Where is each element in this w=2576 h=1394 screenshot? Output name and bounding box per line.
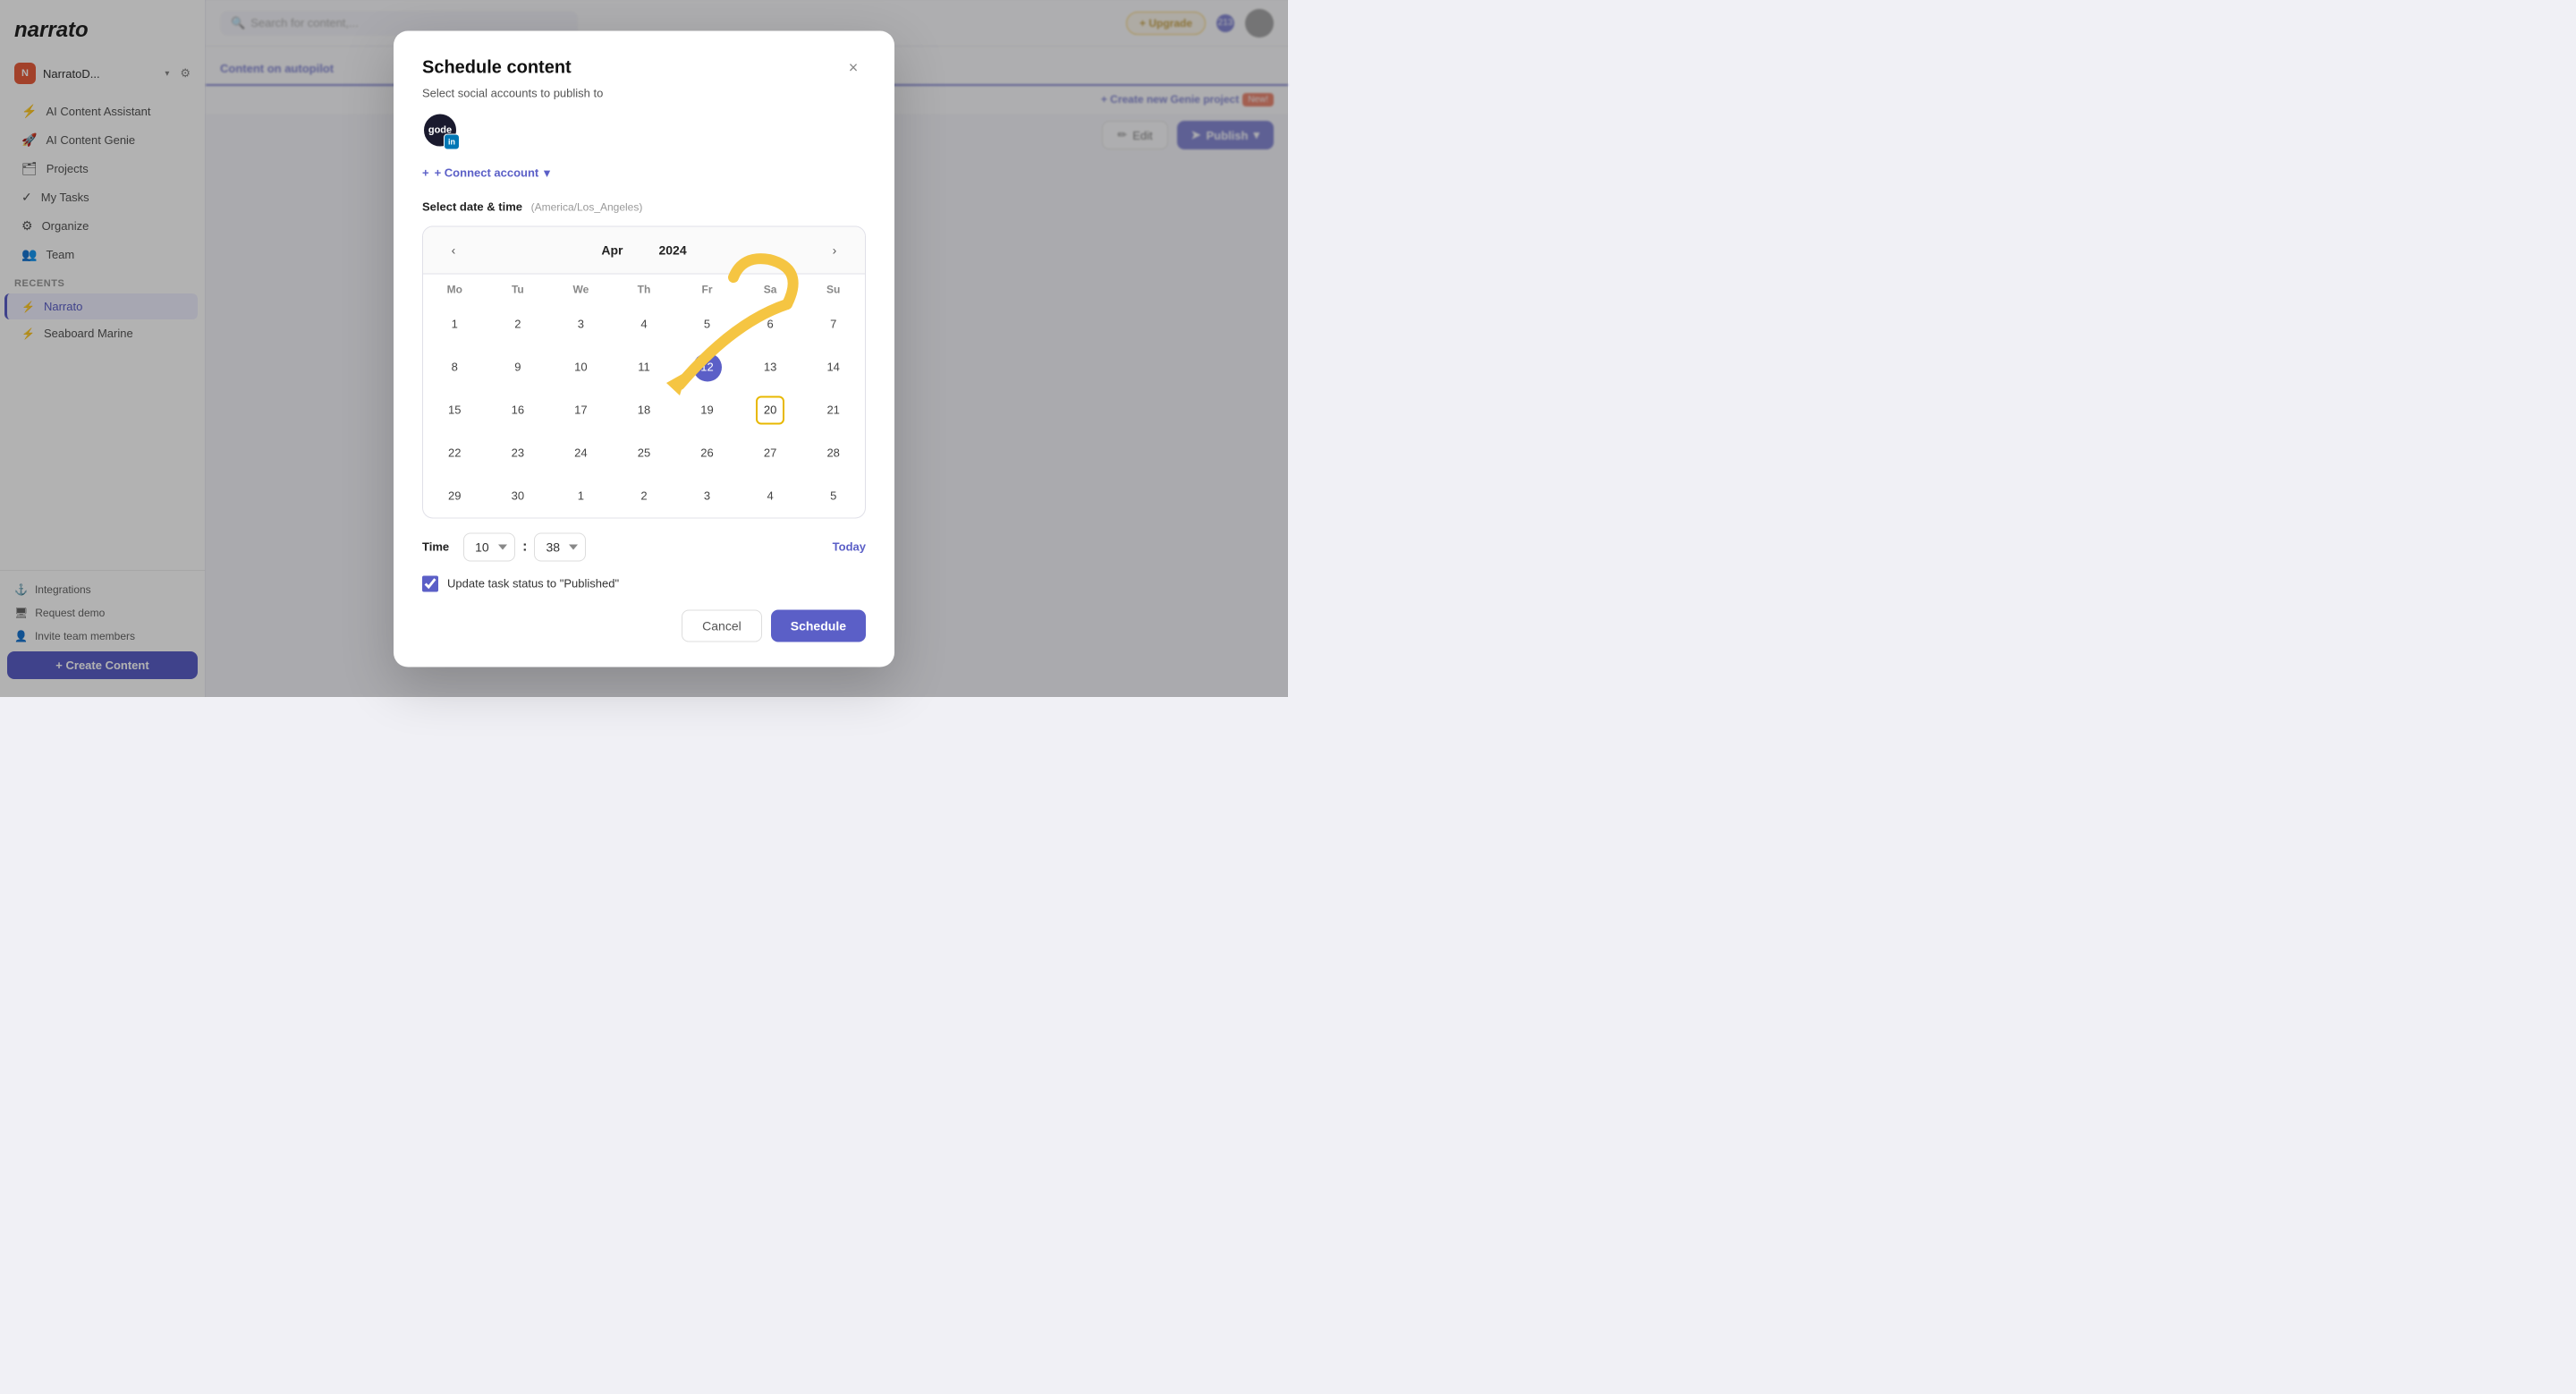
- chevron-down-icon: ▾: [544, 166, 550, 180]
- today-button[interactable]: Today: [833, 540, 866, 554]
- cancel-button[interactable]: Cancel: [682, 609, 762, 642]
- minute-select[interactable]: 38: [534, 532, 586, 561]
- calendar-day[interactable]: 13: [739, 345, 802, 388]
- calendar-day[interactable]: 15: [423, 388, 487, 431]
- calendar-day[interactable]: 1: [423, 302, 487, 345]
- calendar-day[interactable]: 22: [423, 431, 487, 474]
- calendar-day[interactable]: 27: [739, 431, 802, 474]
- calendar-year: 2024: [658, 242, 686, 257]
- linkedin-badge: in: [444, 133, 460, 149]
- plus-icon: +: [422, 166, 429, 180]
- calendar-day[interactable]: 7: [801, 302, 865, 345]
- schedule-modal: Schedule content × Select social account…: [394, 30, 894, 667]
- timezone-label: (America/Los_Angeles): [531, 200, 643, 213]
- modal-close-button[interactable]: ×: [841, 55, 866, 81]
- hour-select[interactable]: 10: [463, 532, 515, 561]
- calendar-day[interactable]: 18: [613, 388, 676, 431]
- calendar-prev-button[interactable]: ‹: [441, 237, 466, 262]
- calendar-day[interactable]: 2: [487, 302, 550, 345]
- weekday-su: Su: [801, 274, 865, 302]
- calendar-day[interactable]: 3: [549, 302, 613, 345]
- checkbox-row: Update task status to "Published": [422, 575, 866, 591]
- modal-header: Schedule content ×: [422, 55, 866, 81]
- calendar-day[interactable]: 17: [549, 388, 613, 431]
- calendar-day[interactable]: 12: [675, 345, 739, 388]
- weekday-fr: Fr: [675, 274, 739, 302]
- calendar-grid: Mo Tu We Th Fr Sa Su 1234567891011121314…: [423, 274, 865, 517]
- calendar-day[interactable]: 5: [801, 474, 865, 517]
- weekday-th: Th: [613, 274, 676, 302]
- calendar-day[interactable]: 2: [613, 474, 676, 517]
- datetime-section-label: Select date & time (America/Los_Angeles): [422, 200, 866, 213]
- calendar-next-button[interactable]: ›: [822, 237, 847, 262]
- calendar-day[interactable]: 20: [739, 388, 802, 431]
- connect-account-label: + Connect account: [435, 166, 539, 180]
- modal-footer: Cancel Schedule: [422, 609, 866, 642]
- calendar-day[interactable]: 11: [613, 345, 676, 388]
- calendar-day[interactable]: 24: [549, 431, 613, 474]
- calendar-day[interactable]: 23: [487, 431, 550, 474]
- checkbox-label: Update task status to "Published": [447, 577, 619, 591]
- schedule-button[interactable]: Schedule: [771, 609, 866, 642]
- weekday-mo: Mo: [423, 274, 487, 302]
- calendar-day[interactable]: 4: [613, 302, 676, 345]
- account-icons: gode in: [422, 112, 866, 148]
- calendar-month: Apr: [601, 242, 623, 257]
- weekday-we: We: [549, 274, 613, 302]
- calendar-day[interactable]: 30: [487, 474, 550, 517]
- calendar-day[interactable]: 26: [675, 431, 739, 474]
- calendar-day[interactable]: 21: [801, 388, 865, 431]
- time-colon: :: [522, 539, 527, 555]
- modal-title: Schedule content: [422, 58, 572, 79]
- calendar-day[interactable]: 8: [423, 345, 487, 388]
- calendar-header: ‹ Apr 2024 ›: [423, 226, 865, 274]
- calendar-day[interactable]: 5: [675, 302, 739, 345]
- calendar-day[interactable]: 10: [549, 345, 613, 388]
- calendar-day[interactable]: 29: [423, 474, 487, 517]
- calendar-day[interactable]: 14: [801, 345, 865, 388]
- weekday-sa: Sa: [739, 274, 802, 302]
- calendar-day[interactable]: 28: [801, 431, 865, 474]
- calendar-day[interactable]: 16: [487, 388, 550, 431]
- calendar-day[interactable]: 6: [739, 302, 802, 345]
- account-icon-wrap[interactable]: gode in: [422, 112, 458, 148]
- modal-subtitle: Select social accounts to publish to: [422, 86, 866, 99]
- calendar: ‹ Apr 2024 › Mo Tu We Th Fr Sa Su 12345: [422, 225, 866, 518]
- calendar-month-year: Apr 2024: [601, 242, 686, 257]
- calendar-day[interactable]: 1: [549, 474, 613, 517]
- calendar-day[interactable]: 9: [487, 345, 550, 388]
- connect-account-button[interactable]: + + Connect account ▾: [422, 160, 550, 185]
- calendar-day[interactable]: 19: [675, 388, 739, 431]
- calendar-day[interactable]: 25: [613, 431, 676, 474]
- time-label: Time: [422, 540, 449, 554]
- weekday-tu: Tu: [487, 274, 550, 302]
- calendar-day[interactable]: 3: [675, 474, 739, 517]
- update-status-checkbox[interactable]: [422, 575, 438, 591]
- time-section: Time 10 : 38 Today: [422, 532, 866, 561]
- calendar-day[interactable]: 4: [739, 474, 802, 517]
